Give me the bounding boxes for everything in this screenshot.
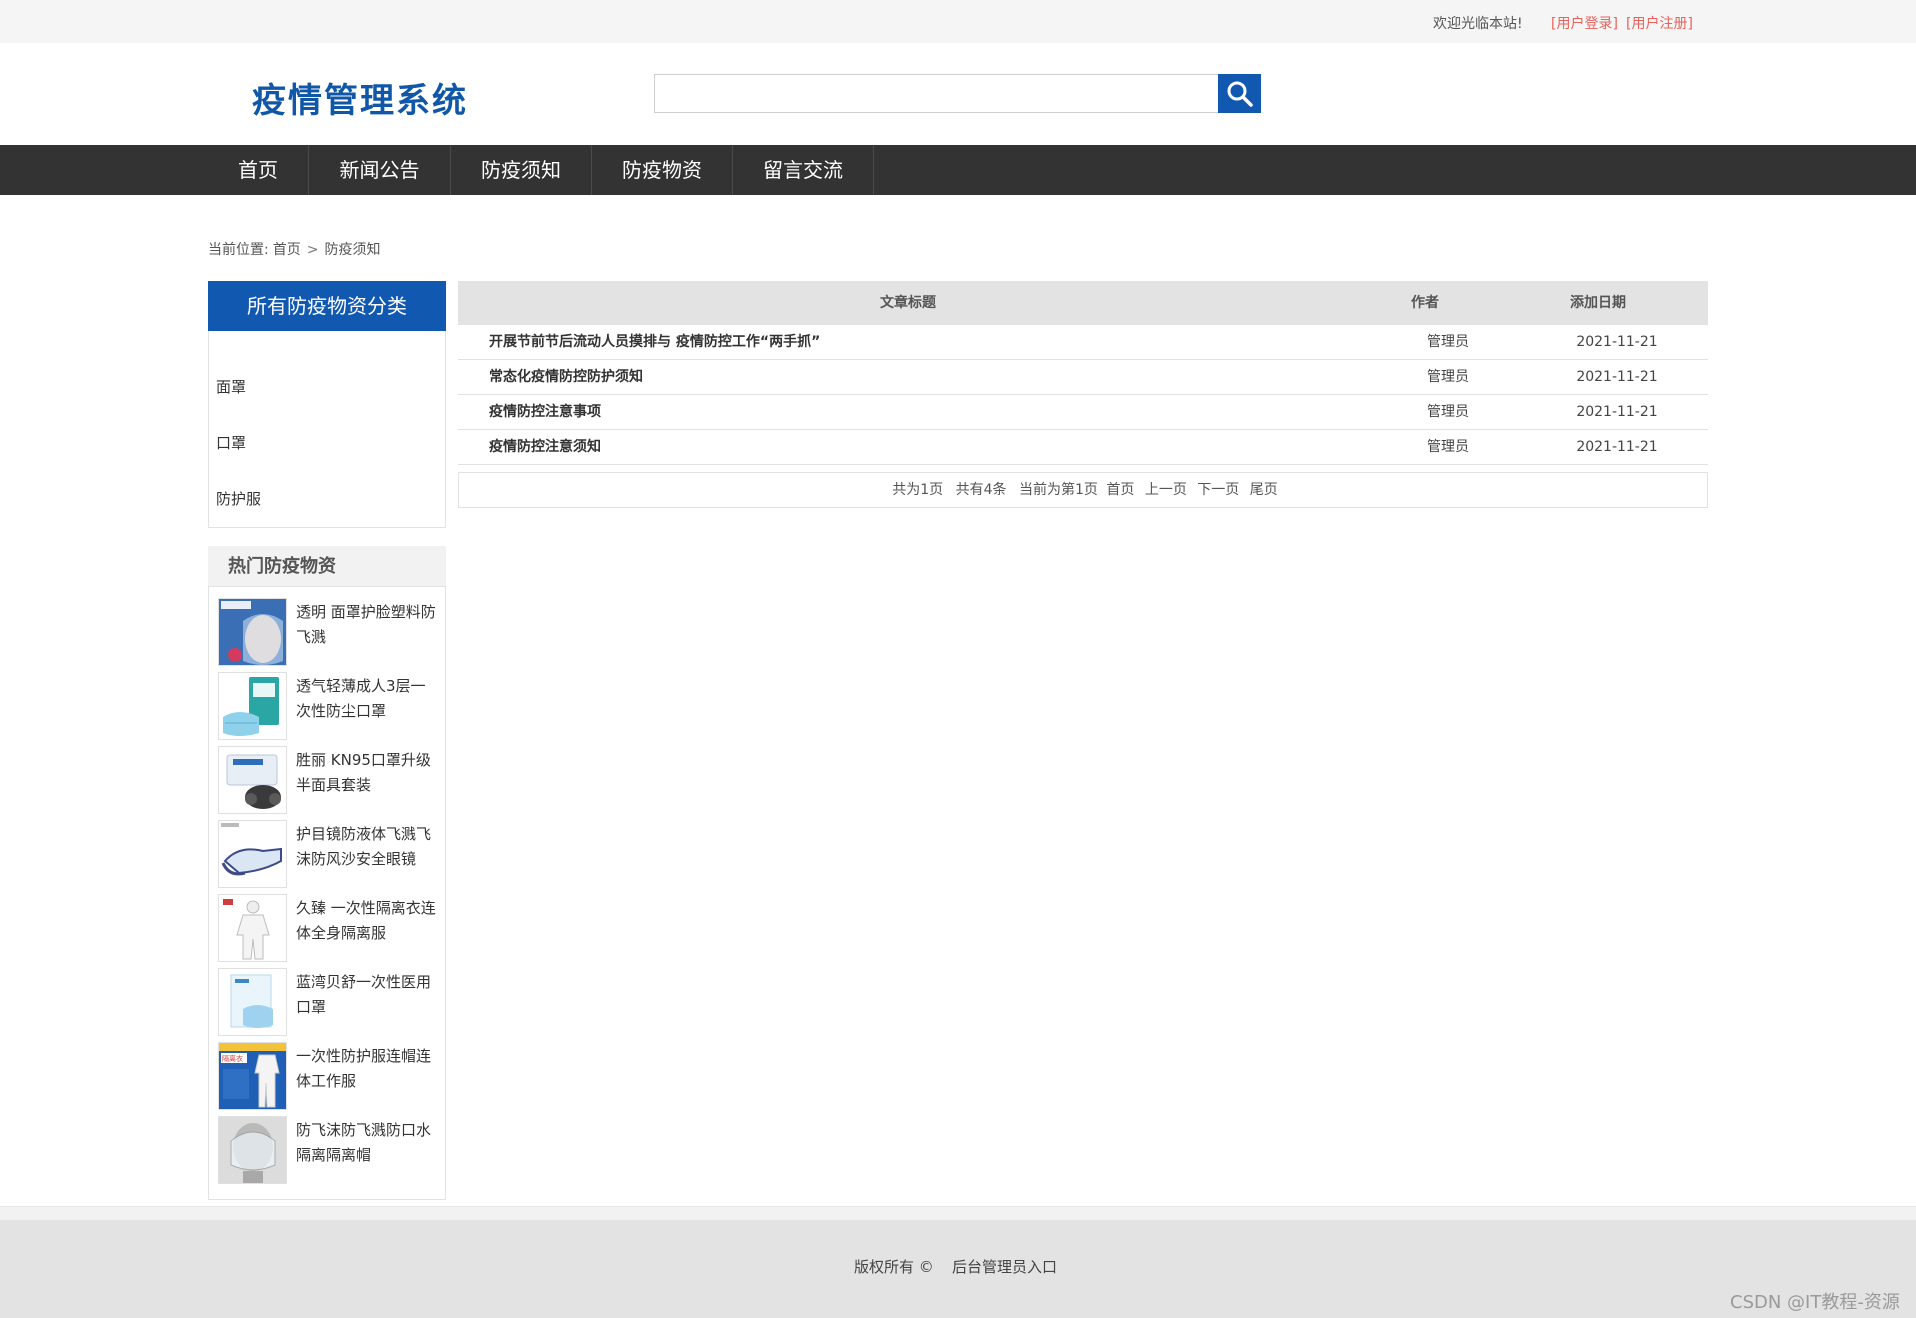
hot-product-item[interactable]: 透明 面罩护脸塑料防飞溅 [218,598,438,666]
breadcrumb-separator-icon: > [306,242,319,258]
nav-supplies[interactable]: 防疫物资 [592,145,733,195]
article-title-link[interactable]: 疫情防控注意事项 [489,395,601,430]
column-header-author: 作者 [1411,295,1439,311]
category-item-protective-suit[interactable]: 防护服 [216,488,261,509]
category-title: 所有防疫物资分类 [208,281,446,331]
nav-news[interactable]: 新闻公告 [309,145,451,195]
breadcrumb-prefix: 当前位置: [208,242,269,258]
goggles-thumbnail[interactable] [218,820,287,888]
hot-product-name[interactable]: 透气轻薄成人3层一次性防尘口罩 [296,674,436,724]
site-logo[interactable]: 疫情管理系统 [252,73,468,122]
table-header: 文章标题 作者 添加日期 [458,281,1708,325]
watermark-text: CSDN @IT教程-资源 [1730,1292,1900,1313]
top-bar: 欢迎光临本站! [用户登录] [用户注册] [0,0,1916,43]
hot-product-name[interactable]: 一次性防护服连帽连体工作服 [296,1044,436,1094]
pager-total-items: 共有4条 [955,482,1007,498]
pagination: 共为1页 共有4条 当前为第1页 首页 上一页 下一页 尾页 [458,472,1708,508]
hot-product-item[interactable]: 防飞沫防飞溅防口水隔离隔离帽 [218,1116,438,1184]
article-author: 管理员 [1427,439,1469,455]
table-row[interactable]: 疫情防控注意须知 管理员 2021-11-21 [458,430,1708,465]
hot-products-title: 热门防疫物资 [208,546,446,587]
header: 疫情管理系统 [0,43,1916,145]
hot-product-name[interactable]: 防飞沫防飞溅防口水隔离隔离帽 [296,1118,436,1168]
hot-product-item[interactable]: 透气轻薄成人3层一次性防尘口罩 [218,672,438,740]
pager-total-pages: 共为1页 [892,482,944,498]
table-row[interactable]: 疫情防控注意事项 管理员 2021-11-21 [458,395,1708,430]
pager-next-link[interactable]: 下一页 [1197,482,1239,498]
table-row[interactable]: 常态化疫情防控防护须知 管理员 2021-11-21 [458,360,1708,395]
nav-messages[interactable]: 留言交流 [733,145,874,195]
footer: 版权所有 © 后台管理员入口 [0,1220,1916,1318]
hot-product-item[interactable]: 久臻 一次性隔离衣连体全身隔离服 [218,894,438,962]
protective-suit-thumbnail[interactable] [218,894,287,962]
search-button[interactable] [1218,74,1261,113]
nav-home[interactable]: 首页 [208,145,309,195]
medical-mask-thumbnail[interactable] [218,968,287,1036]
hot-product-name[interactable]: 蓝湾贝舒一次性医用口罩 [296,970,436,1020]
category-item-mask[interactable]: 口罩 [216,432,246,453]
nav-notice[interactable]: 防疫须知 [451,145,592,195]
article-title-link[interactable]: 常态化疫情防控防护须知 [489,360,643,395]
pager-prev-link[interactable]: 上一页 [1145,482,1187,498]
welcome-text: 欢迎光临本站! [1433,16,1523,32]
hot-product-name[interactable]: 胜丽 KN95口罩升级半面具套装 [296,748,436,798]
column-header-title: 文章标题 [880,295,936,311]
respirator-thumbnail[interactable] [218,746,287,814]
breadcrumb-current: 防疫须知 [324,242,381,258]
hot-product-item[interactable]: 隔离衣 一次性防护服连帽连体工作服 [218,1042,438,1110]
category-item-face-shield[interactable]: 面罩 [216,376,246,397]
article-date: 2021-11-21 [1576,334,1658,350]
hot-product-name[interactable]: 护目镜防液体飞溅飞沫防风沙安全眼镜 [296,822,436,872]
admin-entry-link[interactable]: 后台管理员入口 [952,1256,1057,1277]
article-title-link[interactable]: 开展节前节后流动人员摸排与 疫情防控工作“两手抓” [489,325,820,360]
hot-product-item[interactable]: 护目镜防液体飞溅飞沫防风沙安全眼镜 [218,820,438,888]
hot-product-name[interactable]: 久臻 一次性隔离衣连体全身隔离服 [296,896,436,946]
isolation-hood-thumbnail[interactable] [218,1116,287,1184]
pager-first-link[interactable]: 首页 [1106,482,1134,498]
hot-product-item[interactable]: 蓝湾贝舒一次性医用口罩 [218,968,438,1036]
hot-product-name[interactable]: 透明 面罩护脸塑料防飞溅 [296,600,436,650]
register-link[interactable]: [用户注册] [1626,13,1693,33]
search-input[interactable] [654,74,1219,113]
article-author: 管理员 [1427,369,1469,385]
pager-last-link[interactable]: 尾页 [1250,482,1278,498]
table-row[interactable]: 开展节前节后流动人员摸排与 疫情防控工作“两手抓” 管理员 2021-11-21 [458,325,1708,360]
copyright-text: 版权所有 © [854,1258,934,1276]
column-header-date: 添加日期 [1570,295,1626,311]
hooded-suit-thumbnail[interactable]: 隔离衣 [218,1042,287,1110]
article-author: 管理员 [1427,334,1469,350]
article-date: 2021-11-21 [1576,404,1658,420]
breadcrumb: 当前位置: 首页 > 防疫须知 [208,239,384,259]
hot-product-item[interactable]: 胜丽 KN95口罩升级半面具套装 [218,746,438,814]
face-shield-thumbnail[interactable] [218,598,287,666]
login-link[interactable]: [用户登录] [1551,13,1618,33]
footer-divider [0,1206,1916,1220]
pager-current-page: 当前为第1页 [1019,482,1098,498]
breadcrumb-home[interactable]: 首页 [273,242,301,258]
search-icon [1227,81,1253,107]
article-author: 管理员 [1427,404,1469,420]
article-date: 2021-11-21 [1576,369,1658,385]
article-date: 2021-11-21 [1576,439,1658,455]
main-nav: 首页 新闻公告 防疫须知 防疫物资 留言交流 [0,145,1916,195]
article-title-link[interactable]: 疫情防控注意须知 [489,430,601,465]
mask-pack-thumbnail[interactable] [218,672,287,740]
svg-text:隔离衣: 隔离衣 [222,1054,243,1063]
